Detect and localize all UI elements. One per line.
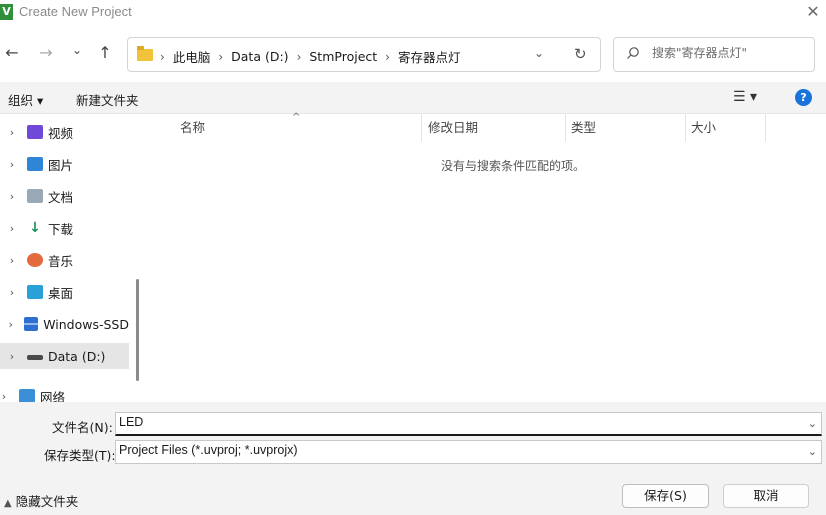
- address-dropdown-icon[interactable]: ⌄: [534, 46, 544, 60]
- breadcrumb-item-data-drive[interactable]: Data (D:): [231, 49, 288, 64]
- refresh-icon[interactable]: ↻: [574, 45, 587, 63]
- sidebar-item-label: 视频: [48, 125, 74, 141]
- address-bar[interactable]: › 此电脑 › Data (D:) › StmProject › 寄存器点灯 ⌄…: [127, 37, 601, 72]
- sort-ascending-icon: ^: [292, 112, 301, 123]
- sidebar-item-pictures[interactable]: › 图片: [0, 151, 129, 177]
- filename-dropdown-icon[interactable]: ⌄: [808, 417, 817, 430]
- filename-label: 文件名(N):: [52, 420, 113, 435]
- sidebar-item-label: Windows-SSD: [43, 316, 129, 332]
- breadcrumb-item-current-folder[interactable]: 寄存器点灯: [398, 47, 461, 66]
- sidebar-item-label: 图片: [48, 157, 74, 173]
- help-icon[interactable]: ?: [795, 89, 812, 106]
- back-arrow-icon[interactable]: ←: [1, 42, 23, 64]
- expand-chevron-icon[interactable]: ›: [0, 350, 22, 363]
- search-input[interactable]: [652, 46, 807, 60]
- sidebar-item-network[interactable]: › 网络: [0, 383, 121, 402]
- column-header-size[interactable]: 大小: [691, 114, 716, 142]
- expand-chevron-icon[interactable]: ›: [0, 190, 22, 203]
- column-header-name[interactable]: 名称: [180, 114, 205, 142]
- sidebar-scrollbar[interactable]: [136, 279, 139, 381]
- desktop-icon: [27, 285, 43, 299]
- sidebar-item-windows-ssd[interactable]: › Windows-SSD: [0, 311, 129, 337]
- column-divider[interactable]: [421, 114, 422, 142]
- sidebar-item-label: 下载: [48, 221, 74, 237]
- expand-chevron-icon[interactable]: ›: [0, 126, 22, 139]
- filetype-select[interactable]: Project Files (*.uvproj; *.uvprojx) ⌄: [115, 440, 822, 464]
- folder-icon: [137, 46, 153, 61]
- column-header-date-modified[interactable]: 修改日期: [428, 114, 478, 142]
- forward-arrow-icon[interactable]: →: [35, 42, 57, 64]
- sidebar-item-music[interactable]: › 音乐: [0, 247, 129, 273]
- save-button[interactable]: 保存(S): [622, 484, 709, 508]
- expand-chevron-icon[interactable]: ›: [0, 390, 14, 403]
- app-logo-icon: V: [0, 4, 13, 20]
- breadcrumb-separator[interactable]: ›: [218, 50, 223, 64]
- sidebar-item-label: Data (D:): [48, 348, 106, 364]
- network-icon: [19, 389, 35, 402]
- breadcrumb: › 此电脑 › Data (D:) › StmProject › 寄存器点灯: [160, 47, 460, 66]
- sidebar-item-label: 音乐: [48, 253, 74, 269]
- music-icon: [27, 253, 43, 267]
- breadcrumb-item-stmproject[interactable]: StmProject: [309, 49, 377, 64]
- command-toolbar: 组织 ▾ 新建文件夹 ☰ ▾ ?: [0, 82, 826, 114]
- expand-chevron-icon[interactable]: ›: [0, 318, 19, 331]
- title-bar: V Create New Project ✕: [0, 0, 826, 26]
- hide-folders-label: 隐藏文件夹: [15, 494, 79, 509]
- empty-results-message: 没有与搜索条件匹配的项。: [440, 159, 585, 173]
- sidebar-item-label: 桌面: [48, 285, 74, 301]
- recent-locations-chevron-icon[interactable]: ⌄: [66, 39, 88, 61]
- pictures-icon: [27, 157, 43, 171]
- sidebar-item-desktop[interactable]: › 桌面: [0, 279, 129, 305]
- column-divider[interactable]: [565, 114, 566, 142]
- breadcrumb-separator[interactable]: ›: [385, 50, 390, 64]
- column-divider[interactable]: [765, 114, 766, 142]
- navigation-pane: › 视频 › 图片 › 文档 › ↓ 下载 › 音乐 › 桌面 › Window…: [0, 114, 142, 402]
- ssd-drive-icon: [24, 317, 39, 331]
- cancel-button[interactable]: 取消: [723, 484, 809, 508]
- view-options-icon[interactable]: ☰ ▾: [733, 89, 757, 105]
- drive-icon: [27, 354, 43, 360]
- sidebar-item-data-drive[interactable]: › Data (D:): [0, 343, 129, 369]
- sidebar-item-label: 文档: [48, 189, 74, 205]
- sidebar-item-downloads[interactable]: › ↓ 下载: [0, 215, 129, 241]
- new-folder-button[interactable]: 新建文件夹: [76, 90, 139, 109]
- sidebar-item-videos[interactable]: › 视频: [0, 119, 129, 145]
- window-title: Create New Project: [19, 4, 132, 19]
- file-list: ^ 名称 修改日期 类型 大小 没有与搜索条件匹配的项。: [148, 112, 826, 402]
- breadcrumb-separator: ›: [160, 49, 165, 64]
- breadcrumb-separator[interactable]: ›: [297, 50, 302, 64]
- video-icon: [27, 125, 43, 139]
- hide-folders-toggle[interactable]: ▲ 隐藏文件夹: [4, 491, 78, 510]
- sidebar-item-label: 网络: [40, 389, 66, 403]
- filetype-dropdown-icon[interactable]: ⌄: [808, 445, 817, 458]
- breadcrumb-item-this-pc[interactable]: 此电脑: [173, 47, 211, 66]
- save-options-panel: 文件名(N): LED ⌄ 保存类型(T): Project Files (*.…: [0, 402, 826, 515]
- expand-chevron-icon[interactable]: ›: [0, 158, 22, 171]
- expand-chevron-icon[interactable]: ›: [0, 254, 22, 267]
- search-icon: [627, 47, 639, 59]
- column-header-type[interactable]: 类型: [571, 114, 596, 142]
- sidebar-item-documents[interactable]: › 文档: [0, 183, 129, 209]
- search-box[interactable]: [613, 37, 815, 72]
- filetype-label: 保存类型(T):: [44, 448, 116, 463]
- filetype-value[interactable]: Project Files (*.uvproj; *.uvprojx): [119, 443, 298, 457]
- documents-icon: [27, 189, 43, 203]
- organize-menu-button[interactable]: 组织 ▾: [8, 90, 43, 109]
- up-arrow-icon[interactable]: ↑: [94, 42, 116, 64]
- filename-value[interactable]: LED: [119, 415, 143, 429]
- close-icon[interactable]: ✕: [800, 0, 826, 26]
- column-divider[interactable]: [685, 114, 686, 142]
- download-icon: ↓: [29, 220, 41, 236]
- collapse-caret-icon: ▲: [4, 498, 12, 509]
- filename-field[interactable]: LED ⌄: [115, 412, 822, 436]
- navigation-bar: ← → ⌄ ↑ › 此电脑 › Data (D:) › StmProject ›…: [0, 26, 826, 82]
- expand-chevron-icon[interactable]: ›: [0, 222, 22, 235]
- expand-chevron-icon[interactable]: ›: [0, 286, 22, 299]
